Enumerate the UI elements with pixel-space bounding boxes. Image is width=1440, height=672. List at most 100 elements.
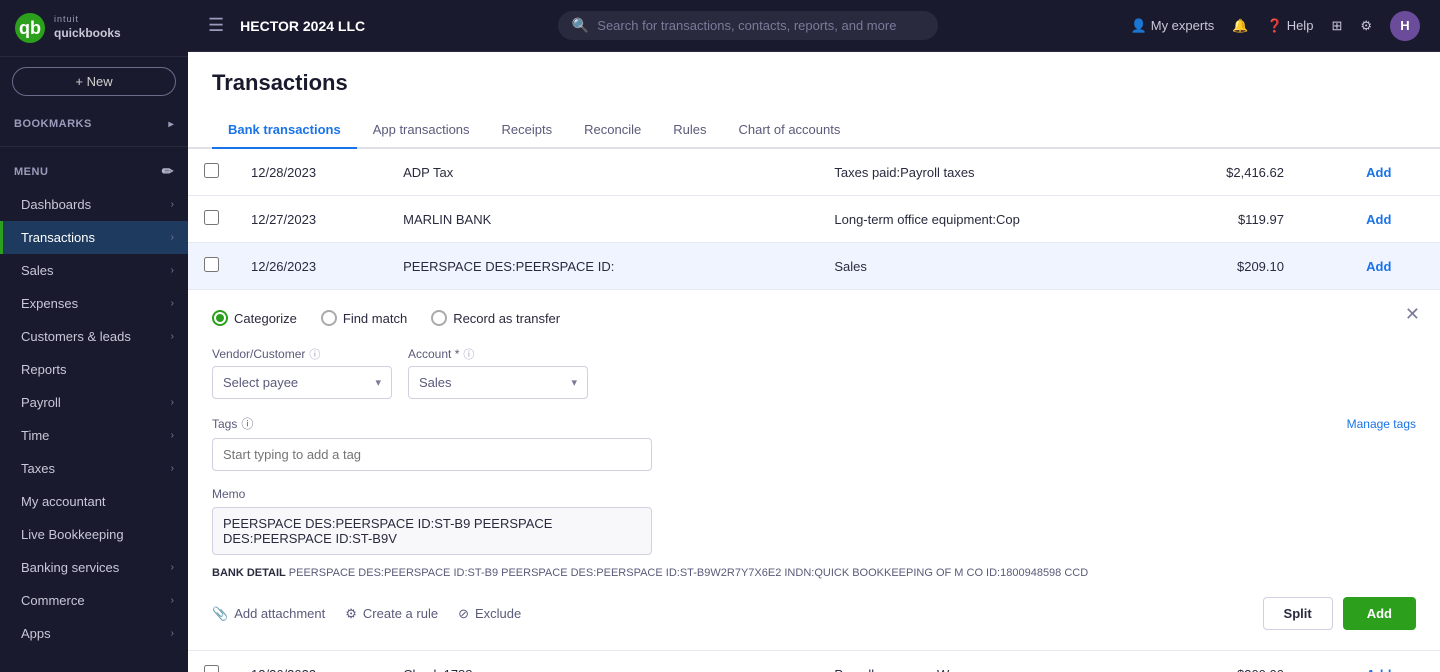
avatar[interactable]: H (1390, 11, 1420, 41)
table-row: 12/26/2023 Check 1788 Payroll expenses:W… (188, 651, 1440, 672)
categorize-radio[interactable] (212, 310, 228, 326)
settings-icon[interactable]: ⚙ (1360, 18, 1372, 34)
add-transaction-button[interactable]: Add (1366, 165, 1391, 180)
tags-info-icon: ⓘ (241, 415, 253, 432)
row-checkbox[interactable] (204, 163, 219, 178)
find-match-option[interactable]: Find match (321, 310, 407, 326)
sidebar-item-banking-services[interactable]: Banking services › (0, 551, 188, 584)
find-match-radio[interactable] (321, 310, 337, 326)
tags-header: Tags ⓘ Manage tags (212, 415, 1416, 432)
tab-receipts[interactable]: Receipts (486, 112, 569, 149)
tags-section: Tags ⓘ Manage tags (212, 415, 1416, 471)
add-attachment-button[interactable]: 📎 Add attachment (212, 606, 325, 622)
categorize-option[interactable]: Categorize (212, 310, 297, 326)
tabs-nav: Bank transactions App transactions Recei… (188, 112, 1440, 149)
add-transaction-button[interactable]: Add (1366, 212, 1391, 227)
chevron-right-icon: › (171, 331, 174, 342)
top-bar: ☰ HECTOR 2024 LLC 🔍 👤 My experts 🔔 ❓ Hel… (188, 0, 1440, 52)
menu-edit-icon[interactable]: ✏ (162, 163, 174, 180)
tab-chart-of-accounts[interactable]: Chart of accounts (722, 112, 856, 149)
transaction-date: 12/26/2023 (235, 651, 387, 672)
expanded-panel: ✕ Categorize Find match (188, 290, 1440, 650)
transaction-description: PEERSPACE DES:PEERSPACE ID: (387, 243, 768, 290)
table-row: 12/28/2023 ADP Tax Taxes paid:Payroll ta… (188, 149, 1440, 196)
chevron-right-icon: › (171, 562, 174, 573)
chevron-right-icon: › (171, 628, 174, 639)
add-transaction-button[interactable]: Add (1366, 259, 1391, 274)
attachment-icon: 📎 (212, 606, 228, 622)
close-expanded-button[interactable]: ✕ (1405, 304, 1420, 325)
action-row: 📎 Add attachment ⚙ Create a rule ⊘ (212, 597, 1416, 630)
sidebar-item-commerce[interactable]: Commerce › (0, 584, 188, 617)
hamburger-icon[interactable]: ☰ (208, 15, 224, 36)
search-input[interactable] (597, 18, 924, 33)
transaction-account: Long-term office equipment:Cop (818, 196, 1159, 243)
search-bar[interactable]: 🔍 (558, 11, 938, 40)
vendor-select[interactable]: Select payee ▾ (212, 366, 392, 399)
primary-actions: Split Add (1263, 597, 1416, 630)
expanded-panel-row: ✕ Categorize Find match (188, 290, 1440, 651)
top-actions: 👤 My experts 🔔 ❓ Help ⊞ ⚙ H (1131, 11, 1420, 41)
new-button[interactable]: + New (12, 67, 176, 96)
my-experts-button[interactable]: 👤 My experts (1131, 18, 1215, 34)
tab-bank-transactions[interactable]: Bank transactions (212, 112, 357, 149)
record-as-transfer-option[interactable]: Record as transfer (431, 310, 560, 326)
transaction-category (768, 196, 818, 243)
sidebar-item-payroll[interactable]: Payroll › (0, 386, 188, 419)
account-info-icon: ⓘ (463, 346, 474, 362)
chevron-right-icon: › (171, 298, 174, 309)
sidebar-item-expenses[interactable]: Expenses › (0, 287, 188, 320)
transaction-description: ADP Tax (387, 149, 768, 196)
transaction-amount: $119.97 (1159, 196, 1300, 243)
menu-header[interactable]: MENU ✏ (0, 155, 188, 188)
sidebar-item-reports[interactable]: Reports (0, 353, 188, 386)
sidebar-item-sales[interactable]: Sales › (0, 254, 188, 287)
manage-tags-link[interactable]: Manage tags (1347, 417, 1416, 431)
sidebar-item-my-accountant[interactable]: My accountant (0, 485, 188, 518)
chevron-right-icon: › (171, 265, 174, 276)
chevron-right-icon: › (171, 397, 174, 408)
svg-text:qb: qb (19, 18, 41, 38)
row-checkbox[interactable] (204, 210, 219, 225)
sidebar-item-live-bookkeeping[interactable]: Live Bookkeeping (0, 518, 188, 551)
chevron-right-icon: › (171, 232, 174, 243)
help-circle-icon: ❓ (1267, 18, 1283, 34)
sidebar-item-dashboards[interactable]: Dashboards › (0, 188, 188, 221)
tab-rules[interactable]: Rules (657, 112, 722, 149)
account-group: Account * ⓘ Sales ▾ (408, 346, 588, 399)
sidebar: qb intuit quickbooks + New BOOKMARKS ▸ M… (0, 0, 188, 672)
notifications-icon[interactable]: 🔔 (1232, 18, 1248, 34)
sidebar-item-customers-leads[interactable]: Customers & leads › (0, 320, 188, 353)
transaction-category (768, 243, 818, 290)
account-select[interactable]: Sales ▾ (408, 366, 588, 399)
bookmarks-header[interactable]: BOOKMARKS ▸ (0, 110, 188, 138)
sidebar-item-apps[interactable]: Apps › (0, 617, 188, 650)
record-as-transfer-radio[interactable] (431, 310, 447, 326)
person-icon: 👤 (1131, 18, 1147, 34)
table-row: 12/26/2023 PEERSPACE DES:PEERSPACE ID: S… (188, 243, 1440, 290)
split-button[interactable]: Split (1263, 597, 1333, 630)
vendor-chevron-icon: ▾ (375, 376, 381, 389)
transactions-table-container: 12/28/2023 ADP Tax Taxes paid:Payroll ta… (188, 149, 1440, 672)
memo-label: Memo (212, 487, 1416, 501)
transaction-account: Payroll expenses:Wages (818, 651, 1159, 672)
sidebar-item-taxes[interactable]: Taxes › (0, 452, 188, 485)
search-icon: 🔍 (572, 17, 589, 34)
row-checkbox[interactable] (204, 257, 219, 272)
chevron-right-icon: › (171, 595, 174, 606)
grid-icon[interactable]: ⊞ (1331, 18, 1342, 34)
add-transaction-button[interactable]: Add (1366, 667, 1391, 672)
sidebar-item-time[interactable]: Time › (0, 419, 188, 452)
row-checkbox[interactable] (204, 665, 219, 672)
transaction-amount: $300.00 (1159, 651, 1300, 672)
tab-reconcile[interactable]: Reconcile (568, 112, 657, 149)
vendor-label: Vendor/Customer ⓘ (212, 346, 392, 362)
exclude-button[interactable]: ⊘ Exclude (458, 606, 521, 622)
exclude-icon: ⊘ (458, 606, 469, 622)
sidebar-item-transactions[interactable]: Transactions › (0, 221, 188, 254)
tags-input[interactable] (212, 438, 652, 471)
tab-app-transactions[interactable]: App transactions (357, 112, 486, 149)
create-rule-button[interactable]: ⚙ Create a rule (345, 606, 438, 622)
add-green-button[interactable]: Add (1343, 597, 1416, 630)
help-button[interactable]: ❓ Help (1267, 18, 1314, 34)
